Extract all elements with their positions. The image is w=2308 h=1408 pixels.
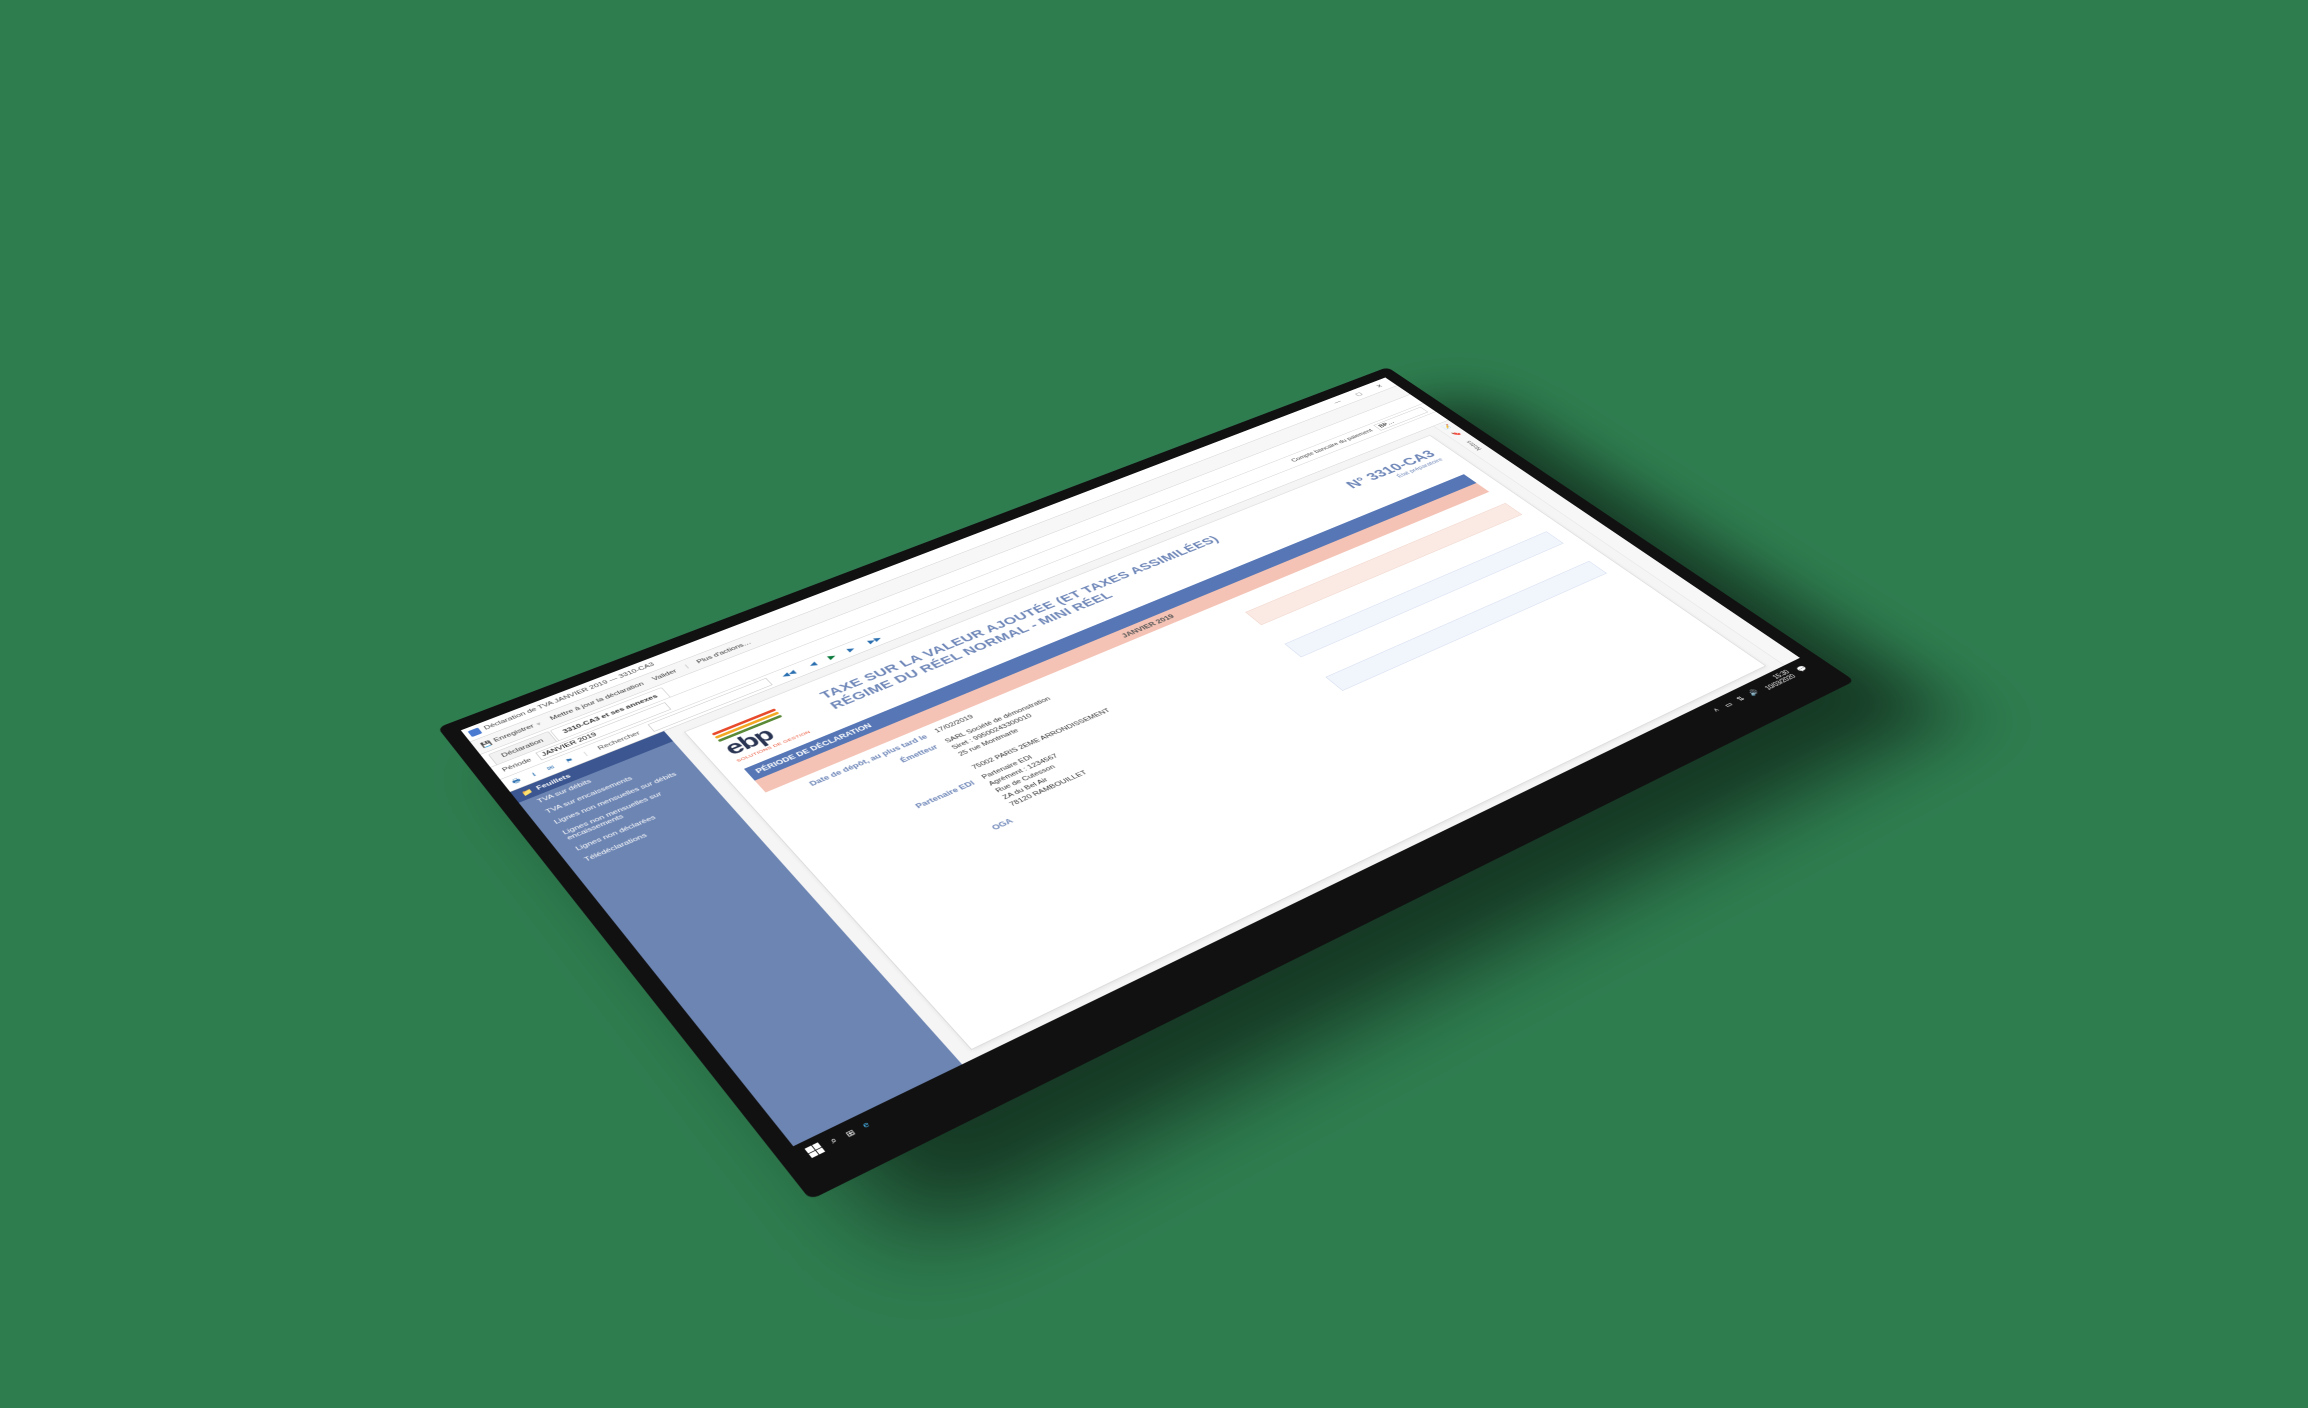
flag-button[interactable]: ⚑ [563,756,575,764]
save-icon: 💾 [479,739,493,748]
tray-network-icon: ⇅ [1734,695,1746,703]
note-icon[interactable]: 📝 [1440,423,1453,430]
tray-up-icon[interactable]: ˄ [1711,707,1721,714]
bookmark-icon[interactable]: 🔖 [1450,430,1463,437]
taskbar-edge-icon[interactable]: e [861,1121,872,1130]
tray-notifications-icon[interactable]: 💬 [1794,664,1809,673]
notes-panel-label[interactable]: Notes [1465,440,1483,451]
folder-icon: 📁 [520,788,535,798]
tray-volume-icon: 🔊 [1746,688,1761,697]
app-icon [468,727,483,737]
print-button[interactable]: 🖶 [509,776,523,787]
taskbar-search-icon[interactable]: ⌕ [828,1136,839,1146]
flag-icon: ⚑ [563,756,575,764]
printer-icon: 🖶 [509,776,523,787]
export-button[interactable]: ⭳ [529,770,538,779]
mail-icon: ✉ [545,764,556,772]
nav-prev-button[interactable]: ◀ [805,660,820,669]
nav-next-button[interactable]: ▶ [843,645,858,654]
taskbar-taskview-icon[interactable]: ⊞ [843,1127,857,1138]
tray-battery-icon: ▭ [1722,701,1735,709]
export-icon: ⭳ [529,770,538,779]
start-button[interactable] [805,1142,826,1158]
nav-play-button[interactable]: ▶ [826,652,839,661]
mail-button[interactable]: ✉ [545,764,556,772]
